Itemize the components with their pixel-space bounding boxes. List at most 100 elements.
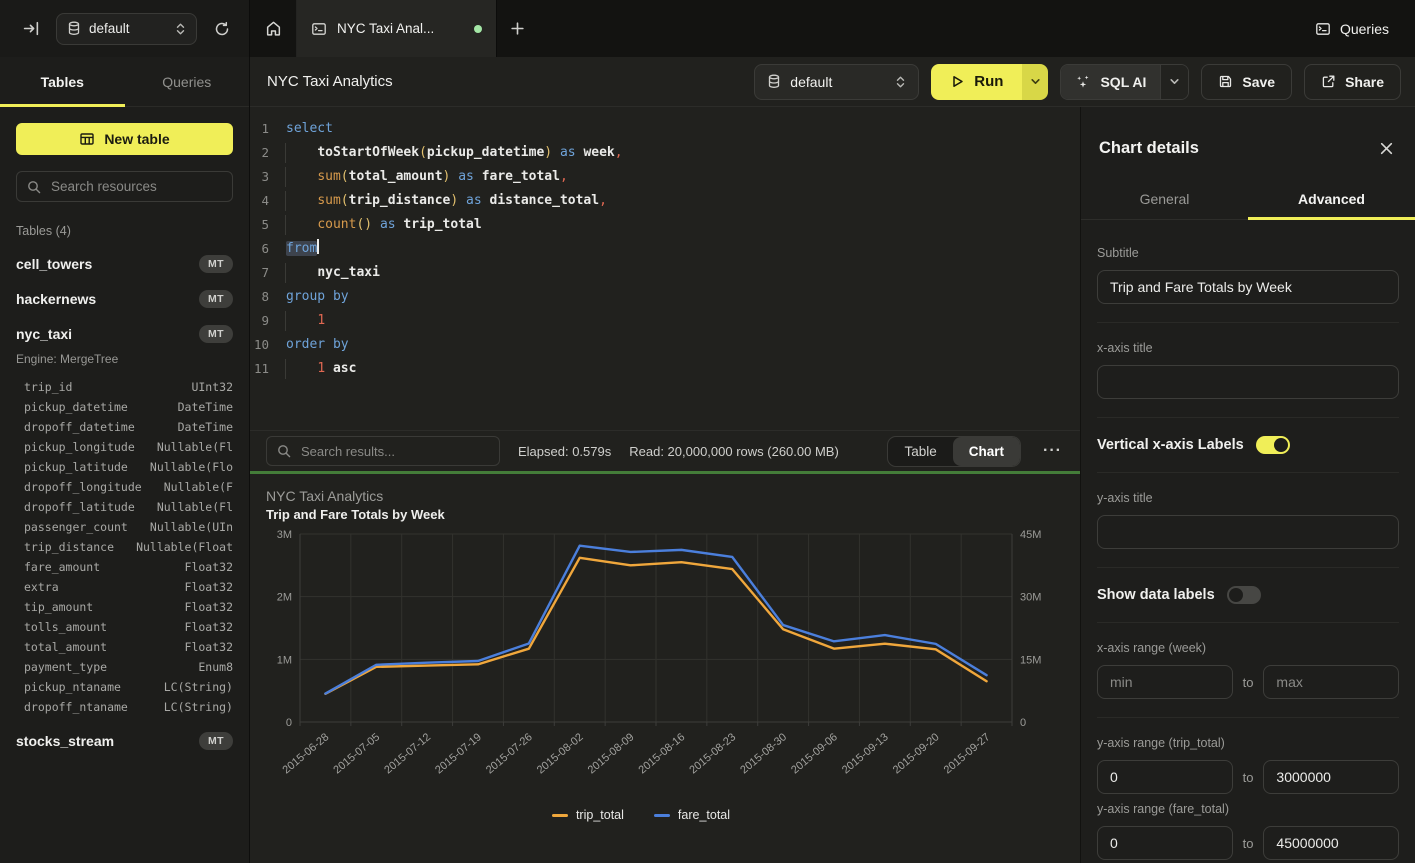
table-row-cell-towers[interactable]: cell_towers MT	[16, 255, 233, 273]
search-icon	[27, 180, 41, 194]
axis-label: 0	[1020, 717, 1026, 729]
fare-range-max-input[interactable]	[1263, 826, 1399, 860]
table-column-row: trip_distanceNullable(Float	[16, 537, 233, 557]
yaxis-title-field-label: y-axis title	[1097, 491, 1399, 505]
column-type: Nullable(F	[164, 480, 233, 494]
sql-ai-button[interactable]: SQL AI	[1061, 65, 1160, 99]
table-engine-label: Engine: MergeTree	[16, 352, 233, 366]
new-table-label: New table	[104, 131, 169, 147]
line-number: 1	[250, 117, 284, 141]
legend-item-trip_total[interactable]: trip_total	[552, 808, 624, 822]
more-options-icon[interactable]: ···	[1039, 442, 1066, 460]
run-database-value: default	[790, 74, 886, 90]
view-toggle-table[interactable]: Table	[888, 437, 952, 466]
refresh-icon[interactable]	[209, 16, 235, 42]
line-number: 6	[250, 237, 284, 261]
database-selector-value: default	[89, 21, 167, 36]
collapse-sidebar-icon[interactable]	[18, 16, 44, 42]
code-line[interactable]: 7 nyc_taxi	[250, 261, 1080, 285]
subtitle-input[interactable]	[1097, 270, 1399, 304]
table-column-row: dropoff_latitudeNullable(Fl	[16, 497, 233, 517]
xaxis-title-input[interactable]	[1097, 365, 1399, 399]
home-tab-button[interactable]	[250, 0, 297, 57]
close-icon[interactable]	[1375, 137, 1397, 159]
share-icon	[1321, 74, 1336, 89]
column-name: dropoff_longitude	[24, 480, 164, 494]
table-row-stocks-stream[interactable]: stocks_stream MT	[16, 732, 233, 750]
sidebar-tab-tables[interactable]: Tables	[0, 57, 125, 106]
run-database-selector[interactable]: default	[754, 64, 919, 100]
column-name: dropoff_datetime	[24, 420, 178, 434]
table-name: stocks_stream	[16, 733, 199, 749]
panel-tab-advanced[interactable]: Advanced	[1248, 181, 1415, 219]
axis-label: 45M	[1020, 529, 1041, 541]
data-labels-label: Show data labels	[1097, 587, 1215, 603]
code-line[interactable]: 2 toStartOfWeek(pickup_datetime) as week…	[250, 141, 1080, 165]
yaxis-title-input[interactable]	[1097, 515, 1399, 549]
column-type: Float32	[185, 620, 233, 634]
run-button[interactable]: Run	[931, 64, 1022, 100]
table-row-hackernews[interactable]: hackernews MT	[16, 290, 233, 308]
sidebar-tab-queries[interactable]: Queries	[125, 57, 250, 106]
column-type: Enum8	[198, 660, 233, 674]
share-button[interactable]: Share	[1304, 64, 1401, 100]
chart-subtitle: Trip and Fare Totals by Week	[266, 507, 445, 522]
new-table-button[interactable]: New table	[16, 123, 233, 155]
xaxis-range-min-input[interactable]	[1097, 665, 1233, 699]
queries-button[interactable]: Queries	[1315, 21, 1389, 37]
table-name: cell_towers	[16, 256, 199, 272]
results-search-input[interactable]	[299, 443, 489, 460]
column-name: extra	[24, 580, 185, 594]
legend-item-fare_total[interactable]: fare_total	[654, 808, 730, 822]
trip-range-min-input[interactable]	[1097, 760, 1233, 794]
table-column-row: pickup_latitudeNullable(Flo	[16, 457, 233, 477]
code-line[interactable]: 11 1 asc	[250, 357, 1080, 381]
xaxis-range-max-input[interactable]	[1263, 665, 1399, 699]
code-line[interactable]: 6from	[250, 237, 1080, 261]
query-title: NYC Taxi Analytics	[267, 73, 393, 90]
code-line[interactable]: 1select	[250, 117, 1080, 141]
view-toggle-chart[interactable]: Chart	[953, 437, 1020, 466]
trip-range-max-input[interactable]	[1263, 760, 1399, 794]
database-icon	[67, 21, 81, 36]
sql-editor[interactable]: 1select2 toStartOfWeek(pickup_datetime) …	[250, 107, 1080, 430]
code-line[interactable]: 8group by	[250, 285, 1080, 309]
database-selector[interactable]: default	[56, 13, 197, 45]
new-tab-button[interactable]	[497, 0, 537, 57]
engine-badge: MT	[199, 325, 233, 343]
resource-search-input[interactable]	[49, 178, 222, 195]
panel-header: Chart details	[1081, 107, 1415, 181]
code-line[interactable]: 9 1	[250, 309, 1080, 333]
column-name: trip_distance	[24, 540, 136, 554]
axis-label: 1M	[277, 654, 292, 666]
code-line[interactable]: 4 sum(trip_distance) as distance_total,	[250, 189, 1080, 213]
table-column-row: pickup_ntanameLC(String)	[16, 677, 233, 697]
code-line[interactable]: 10order by	[250, 333, 1080, 357]
column-type: Nullable(Flo	[150, 460, 233, 474]
fare-range-min-input[interactable]	[1097, 826, 1233, 860]
to-label: to	[1243, 675, 1254, 690]
code-line[interactable]: 3 sum(total_amount) as fare_total,	[250, 165, 1080, 189]
chevron-updown-icon	[895, 75, 906, 89]
yaxis-range-trip-label: y-axis range (trip_total)	[1097, 736, 1399, 750]
save-button[interactable]: Save	[1201, 64, 1292, 100]
sql-ai-options-button[interactable]	[1160, 65, 1188, 99]
panel-tab-general[interactable]: General	[1081, 181, 1248, 219]
vertical-xaxis-labels-toggle[interactable]	[1256, 436, 1290, 454]
top-bar-left: default	[0, 0, 250, 57]
table-row-nyc-taxi[interactable]: nyc_taxi MT	[16, 325, 233, 343]
left-sidebar: Tables Queries New table Tables (4)	[0, 57, 250, 863]
toggle-knob	[1274, 438, 1288, 452]
table-grid-icon	[79, 131, 95, 147]
column-type: Nullable(UIn	[150, 520, 233, 534]
chart-details-panel: Chart details General Advanced Subtitle	[1080, 107, 1415, 863]
sidebar-content: New table Tables (4) cell_towers MT hack…	[0, 107, 249, 863]
query-tab[interactable]: NYC Taxi Anal...	[297, 0, 497, 57]
show-data-labels-toggle[interactable]	[1227, 586, 1261, 604]
code-line[interactable]: 5 count() as trip_total	[250, 213, 1080, 237]
run-options-button[interactable]	[1022, 64, 1048, 100]
code-text: 1 asc	[284, 357, 356, 381]
queries-icon	[1315, 21, 1331, 37]
table-column-row: tip_amountFloat32	[16, 597, 233, 617]
chart-section: NYC Taxi Analytics Trip and Fare Totals …	[250, 474, 1080, 863]
